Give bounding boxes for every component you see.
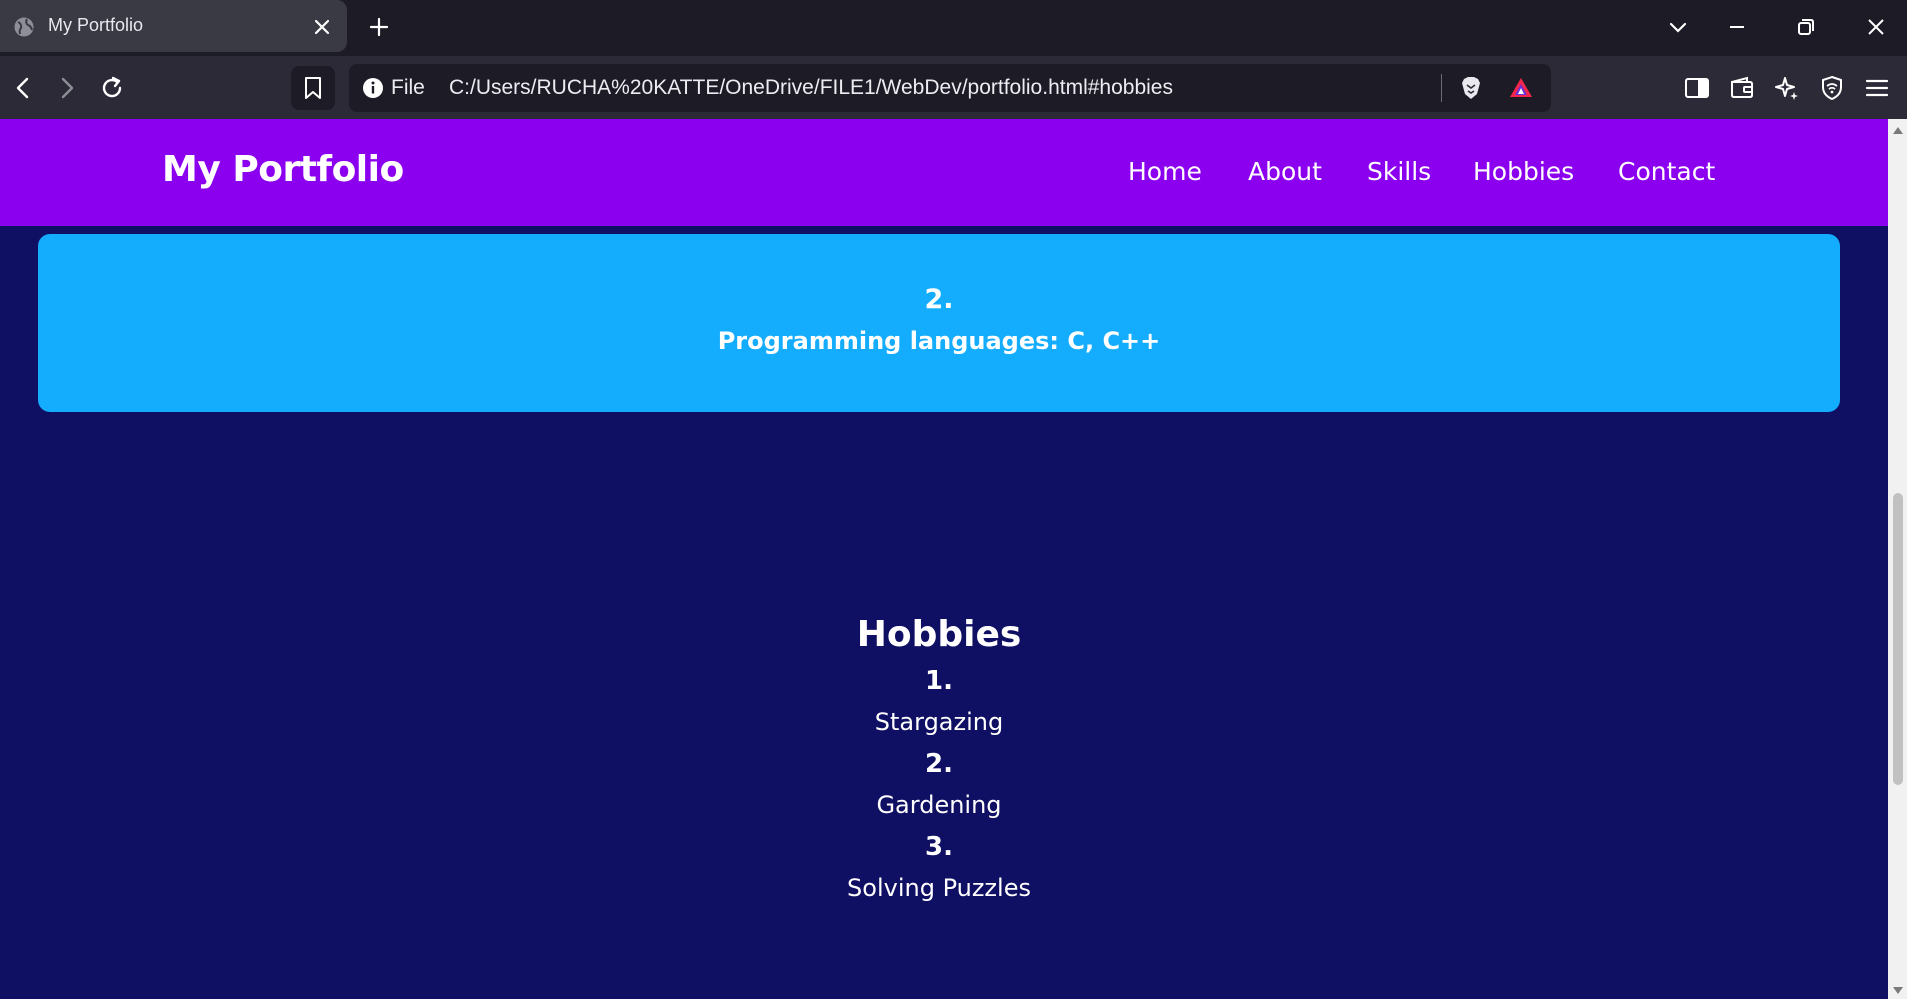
url-scheme-label: File	[391, 76, 425, 99]
skill-description: Programming languages: C, C++	[717, 327, 1161, 355]
hobby-name: Gardening	[876, 791, 1002, 819]
back-icon[interactable]	[9, 74, 37, 102]
site-navbar: My Portfolio Home About Skills Hobbies C…	[0, 119, 1888, 226]
browser-tab[interactable]: My Portfolio	[0, 0, 347, 52]
hobby-name: Stargazing	[874, 708, 1004, 736]
close-tab-icon[interactable]	[312, 17, 332, 37]
restore-icon[interactable]	[1793, 14, 1819, 40]
hobbies-section: Hobbies 1. Stargazing 2. Gardening 3. So…	[0, 609, 1878, 910]
scroll-down-arrow-icon[interactable]	[1892, 986, 1904, 996]
info-icon[interactable]	[362, 77, 384, 99]
hobby-number: 2.	[925, 749, 953, 779]
page-viewport: My Portfolio Home About Skills Hobbies C…	[0, 119, 1888, 999]
tab-title: My Portfolio	[48, 15, 144, 35]
tab-strip: My Portfolio	[0, 0, 1907, 56]
hobbies-heading: Hobbies	[856, 614, 1022, 655]
skill-number: 2.	[924, 284, 954, 315]
globe-icon	[14, 17, 34, 37]
wallet-icon[interactable]	[1728, 74, 1756, 102]
nav-home[interactable]: Home	[1128, 157, 1202, 186]
bookmark-icon	[305, 77, 321, 99]
forward-icon[interactable]	[53, 74, 81, 102]
scroll-up-arrow-icon[interactable]	[1892, 125, 1904, 135]
hobby-name: Solving Puzzles	[847, 874, 1031, 902]
scrollbar-thumb[interactable]	[1893, 493, 1903, 785]
url-divider	[1441, 74, 1442, 102]
menu-icon[interactable]	[1863, 74, 1891, 102]
sidebar-icon[interactable]	[1683, 74, 1711, 102]
tab-list-chevron-icon[interactable]	[1665, 14, 1691, 40]
new-tab-icon[interactable]	[367, 15, 391, 39]
url-text[interactable]: C:/Users/RUCHA%20KATTE/OneDrive/FILE1/We…	[449, 76, 1173, 100]
brave-rewards-icon[interactable]	[1507, 74, 1535, 102]
site-logo[interactable]: My Portfolio	[162, 149, 404, 190]
brave-shields-icon[interactable]	[1457, 74, 1485, 102]
nav-hobbies[interactable]: Hobbies	[1473, 157, 1574, 186]
leo-ai-icon[interactable]	[1773, 74, 1801, 102]
close-window-icon[interactable]	[1863, 14, 1889, 40]
reload-icon[interactable]	[98, 74, 126, 102]
nav-about[interactable]: About	[1248, 157, 1322, 186]
hobby-number: 3.	[925, 832, 953, 862]
minimize-icon[interactable]	[1724, 14, 1750, 40]
bookmark-button[interactable]	[291, 66, 335, 110]
skill-card: 2. Programming languages: C, C++	[38, 234, 1840, 412]
vpn-shield-icon[interactable]	[1818, 74, 1846, 102]
nav-skills[interactable]: Skills	[1367, 157, 1431, 186]
hobby-number: 1.	[925, 666, 953, 696]
nav-contact[interactable]: Contact	[1618, 157, 1715, 186]
